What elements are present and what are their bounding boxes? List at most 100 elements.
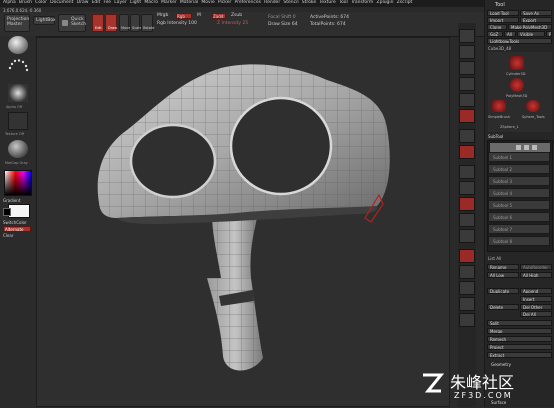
load-tool-button[interactable]: Load Tool: [487, 10, 519, 16]
alternate-button[interactable]: Alternate: [3, 226, 31, 232]
import-button[interactable]: Import: [487, 17, 519, 23]
simplebrush-thumb[interactable]: [492, 100, 506, 112]
merge-button[interactable]: Merge: [487, 328, 552, 334]
texture-icon[interactable]: [8, 112, 28, 130]
menu-edit[interactable]: Edit: [92, 0, 101, 6]
material-icon[interactable]: [8, 140, 28, 158]
delete-button[interactable]: Delete: [487, 304, 519, 310]
menu-stencil[interactable]: Stencil: [283, 0, 298, 6]
zadd-toggle[interactable]: Zadd: [212, 13, 226, 19]
lightbox-button[interactable]: LightBox: [33, 16, 56, 25]
stroke-icon[interactable]: [7, 58, 29, 80]
actual-icon[interactable]: [459, 93, 475, 107]
move-button[interactable]: Move: [119, 14, 130, 32]
menu-brush[interactable]: Brush: [19, 0, 32, 6]
menu-material[interactable]: Material: [180, 0, 198, 6]
secondary-color-swatch[interactable]: [3, 208, 11, 216]
color-picker[interactable]: [4, 170, 32, 196]
menu-texture[interactable]: Texture: [319, 0, 335, 6]
menu-light[interactable]: Light: [130, 0, 141, 6]
zoom-icon[interactable]: [459, 77, 475, 91]
menu-picker[interactable]: Picker: [218, 0, 231, 6]
rgb-intensity-slider[interactable]: Rgb Intensity 100: [157, 21, 197, 26]
main-color-swatch[interactable]: [8, 204, 30, 218]
eye-icon[interactable]: [516, 145, 521, 150]
goz-r-button[interactable]: R: [546, 31, 552, 37]
lightbox-tools-button[interactable]: Lightbox▸Tools: [487, 38, 552, 44]
subtool-item[interactable]: Subtool 5: [488, 200, 550, 210]
edit-button[interactable]: Edit: [92, 14, 104, 32]
menu-render[interactable]: Render: [264, 0, 280, 6]
goz-visible-button[interactable]: Visible: [517, 31, 545, 37]
remesh-button[interactable]: Remesh: [487, 336, 552, 342]
menu-stroke[interactable]: Stroke: [302, 0, 316, 6]
duplicate-button[interactable]: Duplicate: [487, 288, 519, 294]
append-button[interactable]: Append: [520, 288, 552, 294]
persp-icon[interactable]: [459, 129, 475, 143]
rgb-toggle[interactable]: Rgb: [176, 13, 192, 19]
menu-draw[interactable]: Draw: [77, 0, 89, 6]
menu-zscript[interactable]: Zscript: [397, 0, 413, 6]
list-all-button[interactable]: List All: [488, 256, 501, 262]
xpose-icon[interactable]: [459, 313, 475, 327]
canvas-viewport[interactable]: [36, 37, 450, 407]
subtool-item[interactable]: Subtool 3: [488, 176, 550, 186]
ghost-icon[interactable]: [459, 281, 475, 295]
menu-movie[interactable]: Movie: [201, 0, 214, 6]
transp-icon[interactable]: [459, 265, 475, 279]
subtool-item[interactable]: Subtool 4: [488, 188, 550, 198]
split-button[interactable]: Split: [487, 320, 552, 326]
menu-file[interactable]: File: [103, 0, 111, 6]
projection-master-button[interactable]: Projection Master: [4, 14, 30, 32]
menu-layer[interactable]: Layer: [114, 0, 127, 6]
subtool-item[interactable]: Subtool 6: [488, 212, 550, 222]
del-other-button[interactable]: Del Other: [520, 304, 552, 310]
subtool-item[interactable]: Subtool 1: [488, 152, 550, 162]
lsym-icon[interactable]: [459, 181, 475, 195]
aahalf-icon[interactable]: [459, 109, 475, 123]
polyf-icon[interactable]: [459, 249, 475, 263]
frame-icon[interactable]: [459, 229, 475, 243]
cylinder3d-thumb[interactable]: [510, 56, 524, 70]
all-high-button[interactable]: All High: [520, 272, 552, 278]
solo-icon[interactable]: [459, 297, 475, 311]
export-button[interactable]: Export: [520, 17, 552, 23]
quick-sketch-button[interactable]: Quick Sketch: [58, 14, 86, 32]
rotate-button[interactable]: Rotate: [141, 14, 154, 32]
menu-preferences[interactable]: Preferences: [235, 0, 261, 6]
subtool-item[interactable]: Subtool 7: [488, 224, 550, 234]
z-intensity-slider[interactable]: Z Intensity 25: [217, 21, 248, 26]
rotate-view-icon[interactable]: [459, 213, 475, 227]
focal-shift-slider[interactable]: Focal Shift 0: [268, 15, 296, 20]
visibility-icon[interactable]: [532, 145, 537, 150]
menu-marker[interactable]: Marker: [161, 0, 177, 6]
subtool-item[interactable]: Subtool 2: [488, 164, 550, 174]
menu-transform[interactable]: Transform: [351, 0, 373, 6]
sphere-tools-thumb[interactable]: [526, 100, 540, 112]
make-polymesh-button[interactable]: Make PolyMesh3D: [508, 24, 552, 30]
menu-alpha[interactable]: Alpha: [3, 0, 16, 6]
save-as-button[interactable]: Save As: [520, 10, 552, 16]
polypaint-icon[interactable]: [524, 145, 529, 150]
subtool-item[interactable]: Subtool 8: [488, 236, 550, 246]
local-icon[interactable]: [459, 165, 475, 179]
draw-button[interactable]: Draw: [105, 14, 117, 32]
goz-all-button[interactable]: All: [504, 31, 516, 37]
extract-button[interactable]: Extract: [487, 352, 552, 358]
project-button[interactable]: Project: [487, 344, 552, 350]
bpr-icon[interactable]: [459, 29, 475, 43]
menu-document[interactable]: Document: [50, 0, 73, 6]
scroll-icon[interactable]: [459, 61, 475, 75]
menu-macro[interactable]: Macro: [144, 0, 158, 6]
menu-zplugin[interactable]: Zplugin: [377, 0, 394, 6]
all-low-button[interactable]: All Low: [487, 272, 519, 278]
menu-color[interactable]: Color: [35, 0, 47, 6]
floor-icon[interactable]: [459, 145, 475, 159]
mrgb-toggle[interactable]: Mrgb: [157, 13, 168, 18]
menu-tool[interactable]: Tool: [339, 0, 348, 6]
del-all-button[interactable]: Del All: [520, 311, 552, 317]
autoreorder-button[interactable]: AutoReorder: [520, 264, 552, 270]
draw-size-slider[interactable]: Draw Size 64: [268, 22, 298, 27]
alpha-icon[interactable]: [8, 84, 28, 102]
goz-button[interactable]: GoZ: [487, 31, 503, 37]
